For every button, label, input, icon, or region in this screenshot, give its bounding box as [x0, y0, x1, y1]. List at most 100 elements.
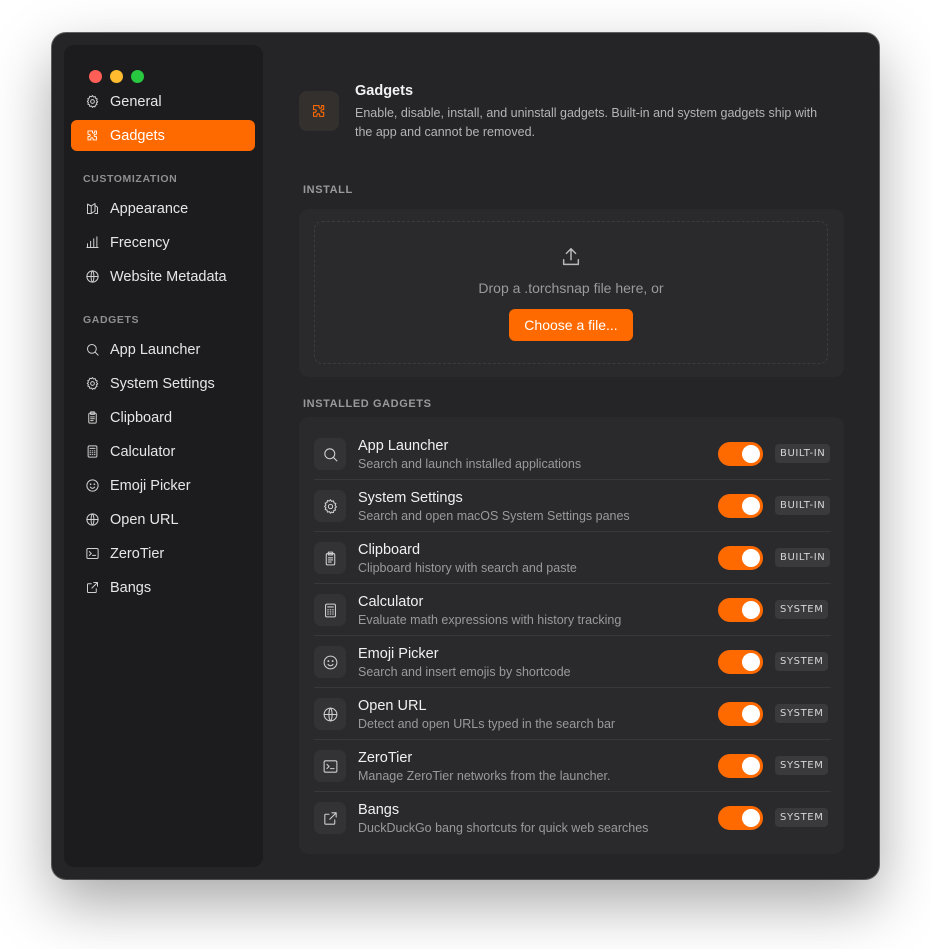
appearance-icon	[84, 201, 100, 217]
calculator-icon	[87, 445, 97, 458]
sidebar-item-label: Calculator	[110, 443, 176, 460]
close-window-button[interactable]	[89, 70, 102, 83]
gadget-name: Emoji Picker	[358, 646, 439, 662]
gear-icon	[86, 95, 98, 108]
gadget-name: Bangs	[358, 802, 400, 818]
sidebar-item-label: Clipboard	[110, 409, 173, 426]
sidebar-item-app-launcher[interactable]: App Launcher	[71, 334, 255, 365]
terminal-icon	[314, 750, 346, 782]
sidebar-item-general[interactable]: General	[71, 86, 255, 117]
gadget-type-badge: BUILT-IN	[775, 444, 831, 463]
gadget-name: Calculator	[358, 594, 424, 610]
gear-icon	[84, 94, 100, 110]
external-link-icon	[84, 580, 100, 596]
external-link-icon	[314, 802, 346, 834]
sidebar-item-label: Appearance	[110, 200, 189, 217]
gadget-type-badge: SYSTEM	[775, 652, 829, 671]
sidebar-item-label: ZeroTier	[110, 545, 165, 562]
zoom-window-button[interactable]	[131, 70, 144, 83]
gadget-name: Clipboard	[358, 542, 421, 558]
clipboard-icon	[84, 410, 100, 426]
gadget-enabled-toggle[interactable]	[718, 650, 763, 674]
gadget-description: Clipboard history with search and paste	[358, 561, 577, 575]
sidebar-item-appearance[interactable]: Appearance	[71, 193, 255, 224]
sidebar-item-open-url[interactable]: Open URL	[71, 504, 255, 535]
install-card: Drop a .torchsnap file here, or Choose a…	[299, 209, 844, 377]
gadget-row-open-url: Open URL Detect and open URLs typed in th…	[314, 688, 831, 740]
terminal-icon	[323, 759, 337, 773]
gear-icon	[86, 377, 98, 390]
gadget-description: Manage ZeroTier networks from the launch…	[358, 769, 611, 783]
smiley-icon	[84, 478, 100, 494]
gadget-type-badge: BUILT-IN	[775, 548, 831, 567]
gadget-enabled-toggle[interactable]	[718, 598, 763, 622]
gadget-description: Search and launch installed applications	[358, 457, 582, 471]
sidebar-item-emoji-picker[interactable]: Emoji Picker	[71, 470, 255, 501]
minimize-window-button[interactable]	[110, 70, 123, 83]
sidebar-item-label: Website Metadata	[110, 268, 227, 285]
sidebar-item-website-metadata[interactable]: Website Metadata	[71, 261, 255, 292]
sidebar-item-label: Frecency	[110, 234, 170, 251]
calculator-icon	[84, 444, 100, 460]
gadget-description: Evaluate math expressions with history t…	[358, 613, 622, 627]
page-title: Gadgets	[355, 83, 414, 99]
sidebar-item-frecency[interactable]: Frecency	[71, 227, 255, 258]
upload-icon	[560, 246, 582, 268]
sidebar-item-bangs[interactable]: Bangs	[71, 572, 255, 603]
gadget-enabled-toggle[interactable]	[718, 442, 763, 466]
gadget-enabled-toggle[interactable]	[718, 494, 763, 518]
install-section-label: INSTALL	[303, 184, 353, 196]
gear-icon	[84, 376, 100, 392]
settings-window: Gadgets Enable, disable, install, and un…	[52, 33, 879, 879]
drop-text: Drop a .torchsnap file here, or	[478, 280, 664, 296]
gadget-type-badge: SYSTEM	[775, 600, 829, 619]
terminal-icon	[85, 548, 99, 559]
sidebar-item-label: Gadgets	[110, 127, 165, 144]
gadget-row-calculator: Calculator Evaluate math expressions with…	[314, 584, 831, 636]
gadget-description: Search and open macOS System Settings pa…	[358, 509, 630, 523]
sidebar-item-gadgets[interactable]: Gadgets	[71, 120, 255, 151]
gadget-enabled-toggle[interactable]	[718, 702, 763, 726]
calculator-icon	[314, 594, 346, 626]
puzzle-icon	[87, 130, 97, 141]
window-controls	[89, 70, 144, 83]
sidebar-item-label: Emoji Picker	[110, 477, 191, 494]
search-icon	[86, 344, 99, 356]
globe-icon	[314, 698, 346, 730]
page-description: Enable, disable, install, and uninstall …	[355, 106, 818, 139]
sidebar-item-label: App Launcher	[110, 341, 201, 358]
gear-icon	[314, 490, 346, 522]
sidebar-item-system-settings[interactable]: System Settings	[71, 368, 255, 399]
gadget-enabled-toggle[interactable]	[718, 546, 763, 570]
gadget-type-badge: BUILT-IN	[775, 496, 831, 515]
gear-icon	[323, 498, 337, 514]
bar-chart-icon	[85, 236, 99, 248]
installed-gadgets-list: App Launcher Search and launch installed …	[299, 417, 844, 854]
sidebar-item-zerotier[interactable]: ZeroTier	[71, 538, 255, 569]
gadget-row-bangs: Bangs DuckDuckGo bang shortcuts for quick…	[314, 792, 831, 844]
gadget-description: Detect and open URLs typed in the search…	[358, 717, 616, 731]
gadgets-header-icon	[299, 91, 339, 131]
sidebar-item-calculator[interactable]: Calculator	[71, 436, 255, 467]
gadget-row-system-settings: System Settings Search and open macOS Sys…	[314, 480, 831, 532]
choose-file-button[interactable]: Choose a file...	[509, 309, 633, 341]
gadget-enabled-toggle[interactable]	[718, 806, 763, 830]
gadget-name: ZeroTier	[358, 750, 413, 766]
puzzle-icon	[313, 105, 325, 117]
drop-zone[interactable]: Drop a .torchsnap file here, or Choose a…	[314, 221, 828, 364]
clipboard-icon	[87, 411, 97, 424]
smiley-icon	[314, 646, 346, 678]
search-icon	[323, 447, 337, 461]
globe-icon	[85, 513, 99, 526]
smiley-icon	[323, 655, 337, 669]
gadget-row-clipboard: Clipboard Clipboard history with search a…	[314, 532, 831, 584]
sidebar-section-customization: CUSTOMIZATION	[83, 173, 178, 185]
clipboard-icon	[325, 551, 335, 565]
sidebar-item-label: System Settings	[110, 375, 215, 392]
gadget-name: System Settings	[358, 490, 463, 506]
gadget-enabled-toggle[interactable]	[718, 754, 763, 778]
search-icon	[84, 342, 100, 358]
sidebar-item-clipboard[interactable]: Clipboard	[71, 402, 255, 433]
sidebar-section-gadgets: GADGETS	[83, 314, 140, 326]
appearance-icon	[86, 203, 98, 214]
